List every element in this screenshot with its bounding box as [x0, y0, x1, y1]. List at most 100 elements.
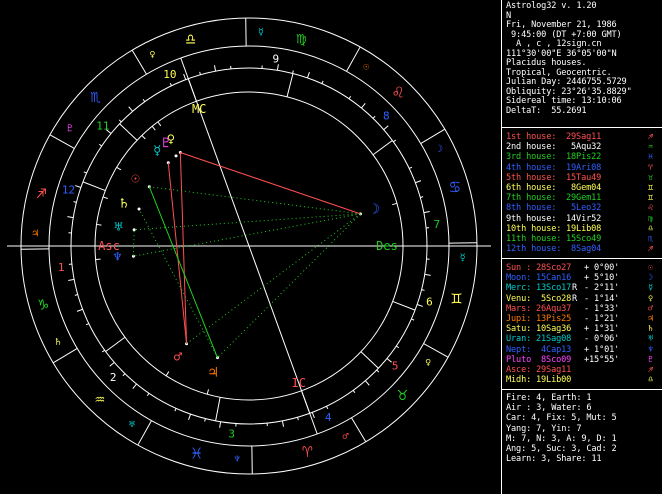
- planet-dot: [174, 154, 178, 158]
- sign-ruler-icon: ♇: [67, 123, 73, 134]
- degree-tick: [204, 418, 206, 422]
- sign-glyph-icon: ♐: [648, 132, 654, 142]
- degree-tick: [321, 80, 324, 84]
- planet-position: 29Sag11: [536, 365, 572, 375]
- degree-tick: [122, 373, 126, 377]
- house-label: 10th house:: [506, 223, 562, 234]
- planet-placement-icon: ♆: [113, 250, 121, 266]
- house-cusp-value: 19Lib08: [566, 223, 602, 234]
- aspect-line: [132, 229, 135, 257]
- degree-tick: [118, 119, 122, 123]
- house-cusp-row: 3rd house: 18Pis22 ♓: [506, 152, 653, 162]
- imum-coeli-label: IC: [292, 376, 306, 390]
- planet-name: Nept:: [506, 344, 532, 355]
- midheaven-label: MC: [192, 102, 206, 116]
- house-number: 11: [96, 120, 109, 133]
- sign-ruler-icon: ♀: [425, 358, 431, 369]
- house-cusp-line: [215, 397, 221, 421]
- planet-position: 13Pis25: [536, 314, 572, 324]
- app-title: Astrolog32 v. 1.20: [506, 1, 597, 11]
- sign-boundary: [52, 348, 78, 364]
- retrograde-flag: R: [572, 293, 578, 304]
- planet-row: Mars: 26Aqu37 - 1°33' ♂: [506, 304, 653, 314]
- planet-latitude: +15°55': [584, 354, 620, 365]
- stats-line: Air : 3, Water: 6: [506, 403, 592, 413]
- house-cusp-row: 4th house: 19Ari08 ♈: [506, 163, 653, 173]
- aspect-line: [134, 213, 361, 231]
- sign-glyph-icon: ♎: [648, 223, 654, 234]
- planet-name: Merc:: [506, 283, 532, 294]
- planet-placement-icon: ♃: [209, 365, 217, 381]
- house-cusp-value: 8Sag04: [566, 244, 602, 255]
- retrograde-flag: [572, 315, 577, 324]
- degree-tick: [420, 196, 424, 198]
- planet-placement-icon: ☉: [131, 171, 139, 187]
- stats-line: Car: 4, Fix: 5, Mut: 5: [506, 414, 617, 423]
- degree-tick: [281, 420, 285, 427]
- degree-tick: [174, 408, 177, 412]
- planet-position: 8Sco09: [536, 354, 572, 365]
- sign-glyph-icon: ♊: [648, 193, 654, 204]
- house-cusp-line: [392, 300, 416, 311]
- degree-tick: [101, 349, 105, 353]
- delta-t: DeltaT: 55.2691: [506, 105, 587, 116]
- planet-position: 15Can16: [536, 273, 572, 284]
- planet-name: Midh:: [506, 375, 532, 386]
- sign-glyph-icon: ♌: [648, 203, 654, 214]
- zodiac-sign-icon: ♈: [302, 442, 313, 462]
- house-cusp-value: 15Tau49: [566, 172, 602, 183]
- sign-boundary: [131, 49, 147, 75]
- planet-row: Jupi: 13Pis25 - 1°21' ♃: [506, 314, 653, 324]
- planet-placement-icon: ♄: [120, 196, 128, 212]
- house-cusp-row: 7th house: 29Gem11 ♊: [506, 193, 653, 203]
- house-cusp-value: 19Ari08: [566, 162, 602, 173]
- planet-row: Uran: 21Sag08 - 0°06' ♅: [506, 334, 653, 344]
- planet-glyph-icon: ♀: [648, 293, 654, 304]
- house-cusp-row: 12th house: 8Sag04 ♐: [506, 244, 653, 254]
- degree-tick: [109, 361, 115, 367]
- stats-text: Car: 4, Fix: 5, Mut: 5: [506, 413, 617, 424]
- house-cusp-value: 29Gem11: [566, 193, 602, 204]
- house-number: 6: [426, 296, 433, 309]
- sign-glyph-icon: ♐: [648, 244, 654, 255]
- stats-line: M: 7, N: 3, A: 9, D: 1: [506, 433, 617, 444]
- sign-ruler-icon: ☉: [363, 61, 369, 72]
- planet-row: Sun : 28Sco27 + 0°00' ☉: [506, 263, 653, 273]
- house-cusp-row: 9th house: 14Vir52 ♍: [506, 214, 653, 224]
- zodiac-sign-icon: ♍: [296, 29, 306, 49]
- zodiac-sign-icon: ♌: [393, 83, 403, 103]
- aspect-line: [149, 186, 361, 215]
- degree-tick: [395, 345, 400, 349]
- degree-tick: [423, 210, 430, 214]
- planet-name: Asce:: [506, 365, 532, 375]
- degree-tick: [421, 289, 425, 291]
- stats-text: Fire: 4, Earth: 1: [506, 393, 592, 403]
- planet-latitude: - 1°33': [584, 303, 620, 314]
- planet-name: Venu:: [506, 293, 532, 304]
- planet-name: Sun :: [506, 263, 532, 273]
- house-cusp-row: 1st house: 29Sag11 ♐: [506, 132, 653, 142]
- separator: [502, 127, 662, 128]
- wheel-svg: ♈♂♉♀♊☿♋☽♌☉♍☿♎♀♏♇♐♃♑♄♒♅♓ ♆123456789101112A…: [7, 17, 491, 475]
- degree-tick: [411, 318, 415, 321]
- degree-tick: [199, 71, 201, 75]
- degree-tick: [292, 70, 294, 74]
- house-cusp-line: [82, 181, 106, 192]
- planet-latitude: - 0°06': [584, 334, 620, 345]
- sign-boundary: [49, 134, 75, 149]
- planet-glyph-icon: ♇: [648, 354, 654, 365]
- house-cusp-row: 10th house: 19Lib08 ♎: [506, 223, 653, 234]
- planet-glyph-icon: ♎: [648, 375, 654, 386]
- degree-tick: [76, 308, 83, 312]
- stats-text: M: 7, N: 3, A: 9, D: 1: [506, 433, 617, 444]
- sign-glyph-icon: ♉: [648, 172, 654, 183]
- aspect-line: [138, 208, 218, 358]
- aspect-line: [186, 213, 361, 345]
- degree-tick: [219, 421, 222, 428]
- house-number: 8: [383, 110, 390, 123]
- planet-position: 13Sco17: [536, 283, 572, 294]
- degree-tick: [364, 380, 370, 386]
- house-system: Placidus houses.: [506, 58, 587, 68]
- sign-boundary: [420, 128, 446, 144]
- planet-glyph-icon: ☽: [648, 273, 654, 284]
